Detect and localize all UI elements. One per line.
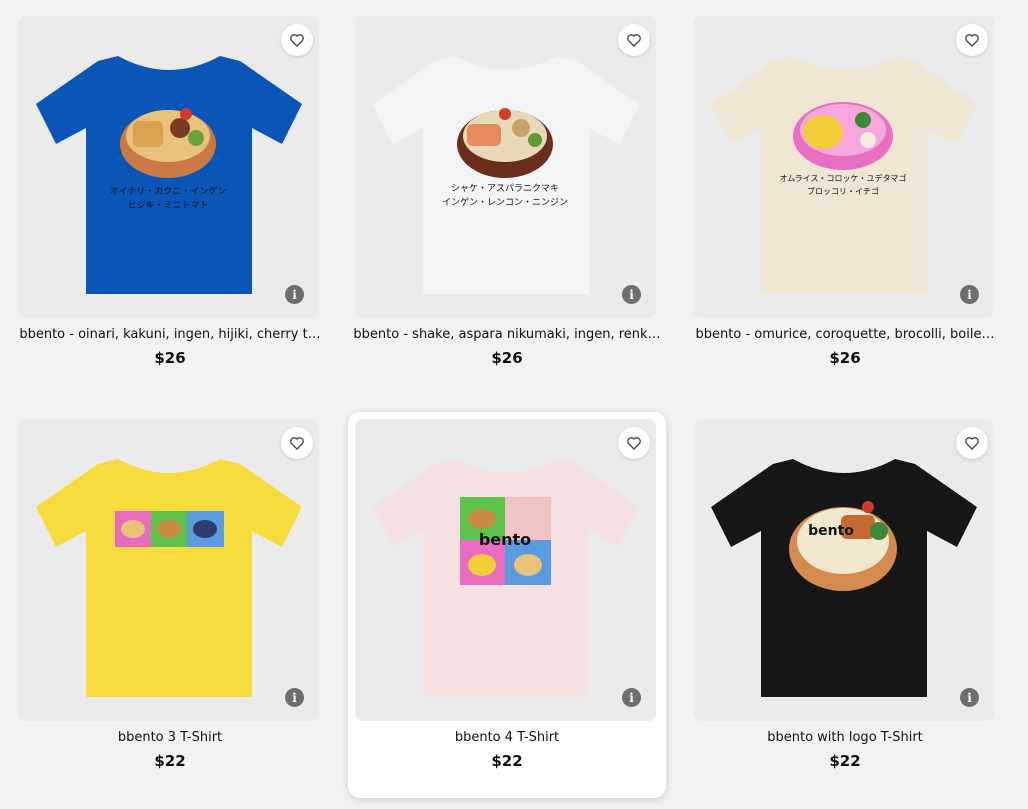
favorite-heart-icon[interactable] xyxy=(281,427,313,459)
product-card[interactable]: bento i bbento 4 T-Shirt $22 xyxy=(348,412,666,798)
product-card[interactable]: シャケ・アスパラニクマキ インゲン・レンコン・ニンジン i bbento - s… xyxy=(348,9,666,395)
product-image[interactable]: オムライス・コロッケ・ユデタマゴ ブロッコリ・イチゴ i xyxy=(693,16,994,318)
product-title[interactable]: bbento - shake, aspara nikumaki, ingen, … xyxy=(352,327,662,342)
product-price: $22 xyxy=(491,752,523,770)
favorite-heart-icon[interactable] xyxy=(618,24,650,56)
product-image[interactable]: シャケ・アスパラニクマキ インゲン・レンコン・ニンジン i xyxy=(355,16,656,318)
info-icon[interactable]: i xyxy=(960,285,979,304)
info-icon[interactable]: i xyxy=(285,285,304,304)
tshirt-image: シャケ・アスパラニクマキ インゲン・レンコン・ニンジン xyxy=(373,56,639,294)
logo-text: bento xyxy=(808,523,854,539)
bento-grid-graphic: bento xyxy=(460,497,551,585)
tshirt-image: オイナリ・カクニ・インゲン ヒジキ・ミニトマト xyxy=(36,56,302,294)
product-title[interactable]: bbento 3 T-Shirt xyxy=(15,730,325,745)
product-image[interactable]: bento i xyxy=(355,419,656,721)
product-card[interactable]: i bbento 3 T-Shirt $22 xyxy=(11,412,329,798)
product-title[interactable]: bbento - omurice, coroquette, brocolli, … xyxy=(690,327,1000,342)
bento-box-graphic xyxy=(793,102,893,170)
product-title[interactable]: bbento - oinari, kakuni, ingen, hijiki, … xyxy=(15,327,325,342)
print-line: ヒジキ・ミニトマト xyxy=(127,200,208,211)
product-title[interactable]: bbento with logo T-Shirt xyxy=(690,730,1000,745)
print-line: オイナリ・カクニ・インゲン xyxy=(110,185,227,197)
tshirt-image: オムライス・コロッケ・ユデタマゴ ブロッコリ・イチゴ xyxy=(711,56,977,294)
info-icon[interactable]: i xyxy=(622,285,641,304)
print-line: ブロッコリ・イチゴ xyxy=(807,186,879,196)
product-price: $22 xyxy=(154,752,186,770)
favorite-heart-icon[interactable] xyxy=(618,427,650,459)
product-card[interactable]: オムライス・コロッケ・ユデタマゴ ブロッコリ・イチゴ i bbento - om… xyxy=(686,9,1004,395)
info-icon[interactable]: i xyxy=(960,688,979,707)
tshirt-image: bento xyxy=(373,459,639,697)
favorite-heart-icon[interactable] xyxy=(281,24,313,56)
print-line: シャケ・アスパラニクマキ xyxy=(451,183,559,194)
tshirt-image xyxy=(36,459,302,697)
product-price: $26 xyxy=(829,349,861,367)
print-line: インゲン・レンコン・ニンジン xyxy=(442,196,568,208)
info-icon[interactable]: i xyxy=(285,688,304,707)
product-price: $26 xyxy=(491,349,523,367)
favorite-heart-icon[interactable] xyxy=(956,24,988,56)
print-line: オムライス・コロッケ・ユデタマゴ xyxy=(779,173,906,183)
tshirt-image: bento xyxy=(711,459,977,697)
product-price: $26 xyxy=(154,349,186,367)
product-price: $22 xyxy=(829,752,861,770)
product-card[interactable]: bento i bbento with logo T-Shirt $22 xyxy=(686,412,1004,798)
bento-triptych-graphic xyxy=(115,511,224,547)
product-image[interactable]: i xyxy=(18,419,319,721)
product-card[interactable]: オイナリ・カクニ・インゲン ヒジキ・ミニトマト i bbento - oinar… xyxy=(11,9,329,395)
product-title[interactable]: bbento 4 T-Shirt xyxy=(352,730,662,745)
tshirt-shape xyxy=(36,459,302,697)
product-image[interactable]: bento i xyxy=(693,419,994,721)
info-icon[interactable]: i xyxy=(622,688,641,707)
favorite-heart-icon[interactable] xyxy=(956,427,988,459)
logo-text: bento xyxy=(479,530,531,549)
product-image[interactable]: オイナリ・カクニ・インゲン ヒジキ・ミニトマト i xyxy=(18,16,319,318)
